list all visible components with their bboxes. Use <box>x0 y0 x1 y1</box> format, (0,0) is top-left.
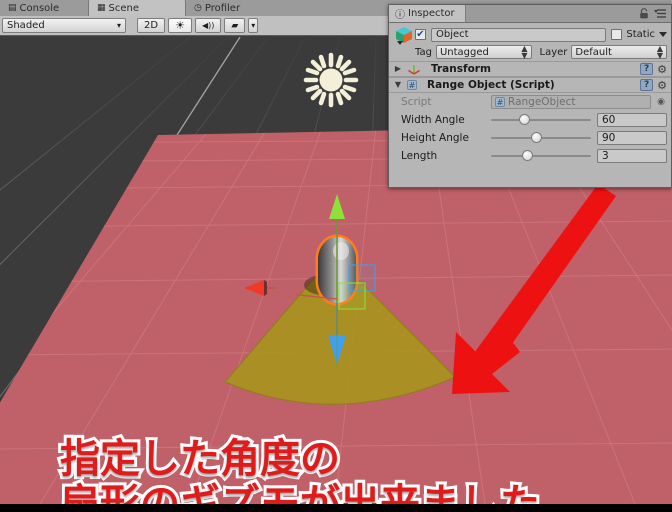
chevron-down-icon: ▾ <box>251 21 256 30</box>
transform-axis-icon <box>408 64 420 75</box>
length-value: 3 <box>602 150 609 162</box>
script-reference-row: Script # RangeObject ◉ <box>389 93 671 111</box>
tab-scene[interactable]: ▦ Scene <box>88 0 186 16</box>
height-angle-value: 90 <box>602 132 616 144</box>
selected-capsule-object[interactable] <box>296 189 392 369</box>
component-header-range-object[interactable]: ▼ # Range Object (Script) ? ⚙ <box>389 77 671 93</box>
toggle-2d-label: 2D <box>144 20 159 31</box>
unity-editor-window: ▤ Console ▦ Scene ◷ Profiler Shaded ▾ 2D <box>0 0 672 512</box>
script-icon: # <box>407 80 417 90</box>
hamburger-menu-icon[interactable] <box>654 8 667 19</box>
object-picker-icon[interactable]: ◉ <box>655 97 667 107</box>
width-angle-input[interactable]: 60 <box>597 113 667 127</box>
width-angle-slider[interactable] <box>491 113 591 127</box>
slider-knob[interactable] <box>531 132 542 143</box>
scene-grid-icon: ▦ <box>97 2 106 13</box>
tag-value: Untagged <box>439 46 489 58</box>
slider-knob[interactable] <box>522 150 533 161</box>
slider-knob[interactable] <box>519 114 530 125</box>
static-dropdown-caret-icon[interactable] <box>659 32 667 37</box>
window-bottom-bar <box>0 504 672 512</box>
caption-line-1: 指定した角度の <box>57 434 343 485</box>
tab-inspector-label: Inspector <box>408 8 455 19</box>
lock-icon[interactable] <box>639 8 649 19</box>
help-glyph: ? <box>644 64 650 74</box>
cube-prefab-icon[interactable] <box>393 25 415 45</box>
help-glyph: ? <box>644 80 650 90</box>
tab-profiler[interactable]: ◷ Profiler <box>186 0 278 16</box>
length-slider[interactable] <box>491 149 591 163</box>
updown-arrows-icon: ▲ ▼ <box>656 44 663 60</box>
chevron-down-icon: ▾ <box>116 21 121 30</box>
width-angle-label: Width Angle <box>401 114 465 126</box>
slider-track <box>491 155 591 157</box>
draw-mode-label: Shaded <box>7 20 45 31</box>
component-name-transform: Transform <box>431 63 491 75</box>
inspector-panel: ⓘ Inspector ✔ Object Static Tag Untagged… <box>388 4 672 188</box>
height-angle-input[interactable]: 90 <box>597 131 667 145</box>
layer-dropdown[interactable]: Default ▲ ▼ <box>571 44 667 60</box>
caption-line-2: 扇形のギズモが出来ました <box>57 479 543 504</box>
tab-scene-label: Scene <box>108 2 140 14</box>
draw-mode-dropdown[interactable]: Shaded ▾ <box>2 18 126 33</box>
static-group: Static <box>611 29 667 40</box>
object-name-field[interactable]: Object <box>431 27 607 42</box>
toggle-audio-button[interactable]: ◀)) <box>194 18 222 33</box>
script-object-field[interactable]: # RangeObject <box>491 95 651 109</box>
console-icon: ▤ <box>8 2 17 13</box>
script-icon: # <box>495 97 505 107</box>
static-label: Static <box>626 29 655 40</box>
slider-track <box>491 119 591 121</box>
checkmark-icon: ✔ <box>416 28 425 40</box>
object-header-row: ✔ Object Static <box>389 23 671 45</box>
component-name-range-object: Range Object (Script) <box>427 79 555 91</box>
property-row-length: Length 3 <box>389 147 671 165</box>
toggle-2d-button[interactable]: 2D <box>137 18 166 33</box>
width-angle-value: 60 <box>602 114 616 126</box>
sun-lighting-icon: ☀ <box>175 19 185 32</box>
help-icon[interactable]: ? <box>640 63 654 75</box>
annotation-caption: 指定した角度の 扇形のギズモが出来ました <box>57 434 640 504</box>
gear-icon[interactable]: ⚙ <box>657 80 667 91</box>
foldout-arrow-icon[interactable]: ▼ <box>393 81 403 89</box>
foldout-arrow-icon[interactable]: ▶ <box>393 65 403 73</box>
help-icon[interactable]: ? <box>640 79 654 91</box>
object-name-value: Object <box>436 29 469 40</box>
image-effects-dropdown[interactable]: ▾ <box>248 18 259 33</box>
tag-dropdown[interactable]: Untagged ▲ ▼ <box>435 44 532 60</box>
audio-speaker-icon: ◀)) <box>201 21 215 30</box>
info-circle-icon: ⓘ <box>395 10 405 21</box>
profiler-icon: ◷ <box>194 2 202 13</box>
property-row-width-angle: Width Angle 60 <box>389 111 671 129</box>
script-label: Script <box>401 96 432 108</box>
property-row-height-angle: Height Angle 90 <box>389 129 671 147</box>
directional-light-sun-icon[interactable] <box>303 52 359 108</box>
component-header-transform[interactable]: ▶ Transform ? ⚙ <box>389 61 671 77</box>
updown-arrows-icon: ▲ ▼ <box>521 44 528 60</box>
tab-console[interactable]: ▤ Console <box>0 0 88 16</box>
tag-layer-row: Tag Untagged ▲ ▼ Layer Default ▲ ▼ <box>389 43 671 61</box>
annotation-arrow <box>452 184 616 394</box>
tag-label: Tag <box>415 46 432 58</box>
length-input[interactable]: 3 <box>597 149 667 163</box>
height-angle-label: Height Angle <box>401 132 469 144</box>
script-value: RangeObject <box>508 96 576 108</box>
tab-inspector[interactable]: ⓘ Inspector <box>389 5 466 22</box>
tab-profiler-label: Profiler <box>204 2 241 14</box>
length-label: Length <box>401 150 438 162</box>
object-enabled-checkbox[interactable]: ✔ <box>415 29 426 40</box>
layer-value: Default <box>575 46 612 58</box>
static-checkbox[interactable] <box>611 29 623 40</box>
tab-console-label: Console <box>19 2 60 14</box>
gear-icon[interactable]: ⚙ <box>657 64 667 75</box>
toggle-lighting-button[interactable]: ☀ <box>168 18 192 33</box>
height-angle-slider[interactable] <box>491 131 591 145</box>
image-effects-icon: ▰ <box>231 20 239 31</box>
inspector-body: ✔ Object Static Tag Untagged ▲ ▼ Layer D… <box>389 23 671 165</box>
layer-label: Layer <box>539 46 568 58</box>
image-effects-button[interactable]: ▰ <box>224 18 246 33</box>
inspector-tab-row: ⓘ Inspector <box>389 5 671 23</box>
move-gizmo-x-axis-arrow[interactable] <box>244 277 278 299</box>
